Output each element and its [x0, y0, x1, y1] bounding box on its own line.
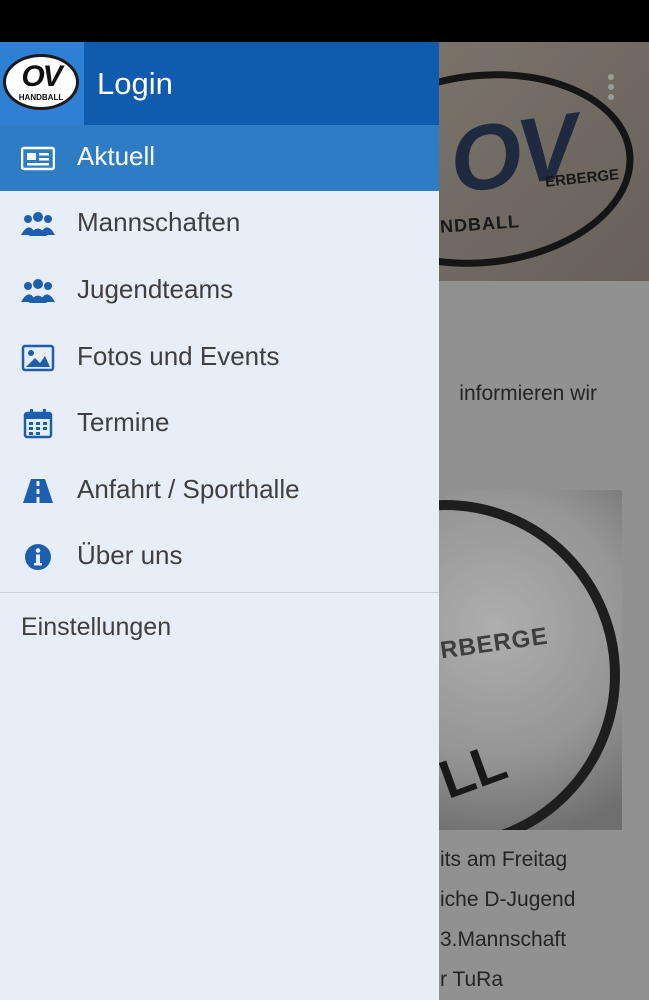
nav-item-aktuell[interactable]: Aktuell	[0, 125, 439, 191]
nav-item-ueber-uns[interactable]: Über uns	[0, 524, 439, 590]
logo-ov-text: OV	[21, 60, 62, 93]
login-title[interactable]: Login	[97, 66, 173, 102]
users-icon	[21, 212, 55, 236]
nav-label: Mannschaften	[77, 207, 241, 237]
nav-label: Termine	[77, 407, 170, 437]
nav-label: Aktuell	[77, 141, 156, 171]
nav-label: Über uns	[77, 540, 183, 570]
calendar-icon	[23, 409, 53, 439]
logo-handball-text: HANDBALL	[18, 93, 64, 102]
users-icon	[21, 279, 55, 303]
nav-label: Anfahrt / Sporthalle	[77, 474, 300, 504]
nav-item-mannschaften[interactable]: Mannschaften	[0, 191, 439, 257]
logo-oval: OV HANDBALL	[3, 54, 79, 110]
nav-item-anfahrt-sporthalle[interactable]: Anfahrt / Sporthalle	[0, 458, 439, 524]
nav-label: Fotos und Events	[77, 341, 280, 371]
road-icon	[23, 479, 53, 503]
nav-item-termine[interactable]: Termine	[0, 391, 439, 457]
image-icon	[21, 344, 55, 372]
info-icon	[25, 544, 51, 570]
divider	[0, 592, 439, 593]
settings-item[interactable]: Einstellungen	[21, 613, 171, 642]
drawer-header[interactable]: OV HANDBALL Login	[0, 42, 439, 125]
club-logo: OV HANDBALL	[0, 42, 84, 125]
nav-item-jugendteams[interactable]: Jugendteams	[0, 258, 439, 324]
nav-label: Jugendteams	[77, 274, 234, 304]
navigation-drawer: OV HANDBALL Login Aktuell Mannschaften J…	[0, 42, 439, 1000]
status-bar	[0, 0, 649, 42]
nav-item-fotos-und-events[interactable]: Fotos und Events	[0, 325, 439, 391]
newspaper-icon	[21, 146, 55, 171]
